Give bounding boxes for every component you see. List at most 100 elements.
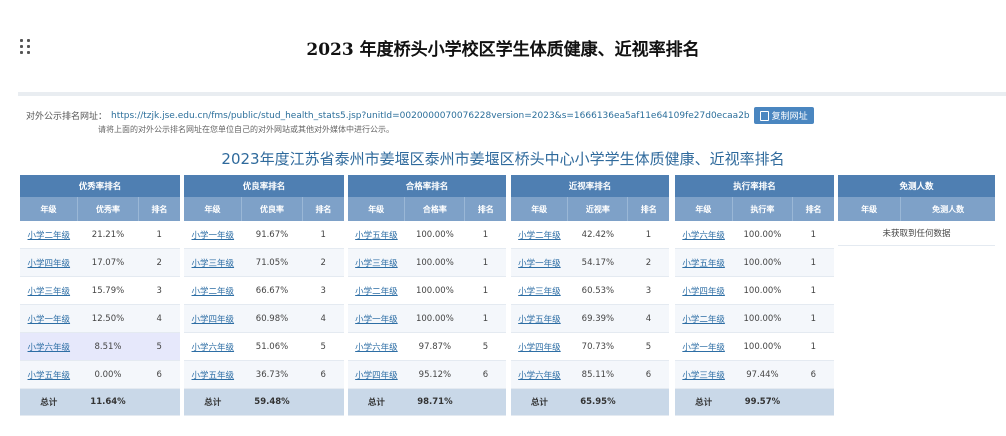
rank-cell: 1 (792, 221, 834, 249)
table-row: 小学四年级 60.98% 4 (184, 304, 344, 333)
grade-link[interactable]: 小学二年级 (682, 315, 725, 325)
table-row: 小学六年级 85.11% 6 (511, 360, 669, 389)
col-header-rate: 近视率 (567, 197, 629, 221)
rank-cell: 6 (627, 360, 669, 389)
col-header-grade: 年级 (20, 197, 79, 221)
total-row: 总计 59.48% (184, 388, 344, 416)
grade-link[interactable]: 小学四年级 (28, 259, 71, 269)
grade-link[interactable]: 小学一年级 (192, 231, 235, 241)
grade-link[interactable]: 小学五年级 (518, 315, 561, 325)
col-header-rank: 排名 (138, 197, 180, 221)
total-row: 总计 98.71% (348, 388, 506, 416)
report-title: 2023年度江苏省泰州市姜堰区泰州市姜堰区桥头中心小学学生体质健康、近视率排名 (221, 150, 785, 168)
grade-link[interactable]: 小学三年级 (192, 259, 235, 269)
rate-cell: 70.73% (567, 332, 628, 361)
rate-cell: 100.00% (732, 221, 793, 249)
col-header-rank: 排名 (464, 197, 506, 221)
total-value: 59.48% (241, 388, 303, 416)
grade-link[interactable]: 小学六年级 (355, 343, 398, 353)
rank-cell: 2 (302, 248, 344, 277)
copy-url-label: 复制网址 (771, 112, 808, 122)
col-header-rank: 排名 (302, 197, 344, 221)
rate-cell: 100.00% (732, 304, 793, 333)
total-row: 总计 11.64% (20, 388, 180, 416)
table-row: 小学一年级 100.00% 1 (675, 332, 834, 361)
grade-link[interactable]: 小学六年级 (28, 343, 71, 353)
rank-cell: 2 (627, 248, 669, 277)
ranking-panel-excellent: 优秀率排名 年级 优秀率 排名 小学二年级 21.21% 1 小学四年级 17.… (20, 175, 180, 416)
rate-cell: 85.11% (567, 360, 628, 389)
rank-cell: 1 (792, 332, 834, 361)
copy-url-button[interactable]: 复制网址 (753, 107, 814, 124)
grade-link[interactable]: 小学五年级 (192, 371, 235, 381)
total-row: 总计 65.95% (511, 388, 669, 416)
table-title: 近视率排名 (511, 175, 669, 197)
table-row: 小学五年级 69.39% 4 (511, 304, 669, 333)
grade-link[interactable]: 小学四年级 (682, 287, 725, 297)
col-header-grade: 年级 (675, 197, 733, 221)
total-rank (138, 388, 180, 416)
rate-cell: 71.05% (241, 248, 303, 277)
col-header-rank: 排名 (792, 197, 834, 221)
exempt-table: 免测人数 年级 免测人数 未获取到任何数据 (838, 175, 995, 246)
grade-link[interactable]: 小学五年级 (682, 259, 725, 269)
grade-link[interactable]: 小学二年级 (192, 287, 235, 297)
rate-cell: 100.00% (404, 248, 465, 277)
grade-link[interactable]: 小学三年级 (28, 287, 71, 297)
col-header-exempt-count: 免测人数 (900, 197, 995, 221)
grade-link[interactable]: 小学三年级 (682, 371, 725, 381)
grade-link[interactable]: 小学三年级 (355, 259, 398, 269)
grade-link[interactable]: 小学六年级 (518, 371, 561, 381)
total-label: 总计 (184, 388, 242, 416)
grade-link[interactable]: 小学二年级 (28, 231, 71, 241)
grade-link[interactable]: 小学二年级 (518, 231, 561, 241)
public-url-text[interactable]: https://tzjk.jse.edu.cn/fms/public/stud_… (111, 111, 750, 121)
table-title: 免测人数 (838, 175, 995, 197)
rank-cell: 1 (792, 304, 834, 333)
rank-cell: 6 (302, 360, 344, 389)
rank-cell: 4 (138, 304, 180, 333)
table-row: 小学四年级 70.73% 5 (511, 332, 669, 361)
rate-cell: 97.44% (732, 360, 793, 389)
table-row: 小学五年级 100.00% 1 (348, 221, 506, 249)
grade-link[interactable]: 小学一年级 (28, 315, 71, 325)
grade-link[interactable]: 小学四年级 (192, 315, 235, 325)
rank-cell: 5 (627, 332, 669, 361)
table-row: 小学三年级 60.53% 3 (511, 276, 669, 305)
rank-cell: 4 (302, 304, 344, 333)
ranking-panel-good: 优良率排名 年级 优良率 排名 小学一年级 91.67% 1 小学三年级 71.… (184, 175, 344, 416)
public-url-label: 对外公示排名网址： (26, 112, 108, 122)
ranking-table: 近视率排名 年级 近视率 排名 小学二年级 42.42% 1 小学一年级 54.… (511, 175, 669, 416)
rank-cell: 6 (792, 360, 834, 389)
total-label: 总计 (511, 388, 568, 416)
rate-cell: 21.21% (77, 221, 139, 249)
col-header-grade: 年级 (511, 197, 569, 221)
rate-cell: 15.79% (77, 276, 139, 305)
grade-link[interactable]: 小学五年级 (28, 371, 71, 381)
grade-link[interactable]: 小学一年级 (518, 259, 561, 269)
table-row: 小学四年级 100.00% 1 (675, 276, 834, 305)
rate-cell: 60.98% (241, 304, 303, 333)
grade-link[interactable]: 小学五年级 (355, 231, 398, 241)
grade-link[interactable]: 小学二年级 (355, 287, 398, 297)
rank-cell: 4 (627, 304, 669, 333)
table-title: 优秀率排名 (20, 175, 180, 197)
rank-cell: 1 (464, 276, 506, 305)
table-title: 执行率排名 (675, 175, 834, 197)
total-rank (464, 388, 506, 416)
rate-cell: 8.51% (77, 332, 139, 361)
total-value: 98.71% (404, 388, 465, 416)
grade-link[interactable]: 小学四年级 (518, 343, 561, 353)
grade-link[interactable]: 小学一年级 (682, 343, 725, 353)
grade-link[interactable]: 小学六年级 (682, 231, 725, 241)
rank-cell: 1 (792, 248, 834, 277)
grade-link[interactable]: 小学六年级 (192, 343, 235, 353)
rate-cell: 69.39% (567, 304, 628, 333)
grade-link[interactable]: 小学一年级 (355, 315, 398, 325)
grade-link[interactable]: 小学四年级 (355, 371, 398, 381)
total-row: 总计 99.57% (675, 388, 834, 416)
ranking-table: 合格率排名 年级 合格率 排名 小学五年级 100.00% 1 小学三年级 10… (348, 175, 506, 416)
grade-link[interactable]: 小学三年级 (518, 287, 561, 297)
col-header-rate: 优良率 (241, 197, 303, 221)
total-rank (792, 388, 834, 416)
